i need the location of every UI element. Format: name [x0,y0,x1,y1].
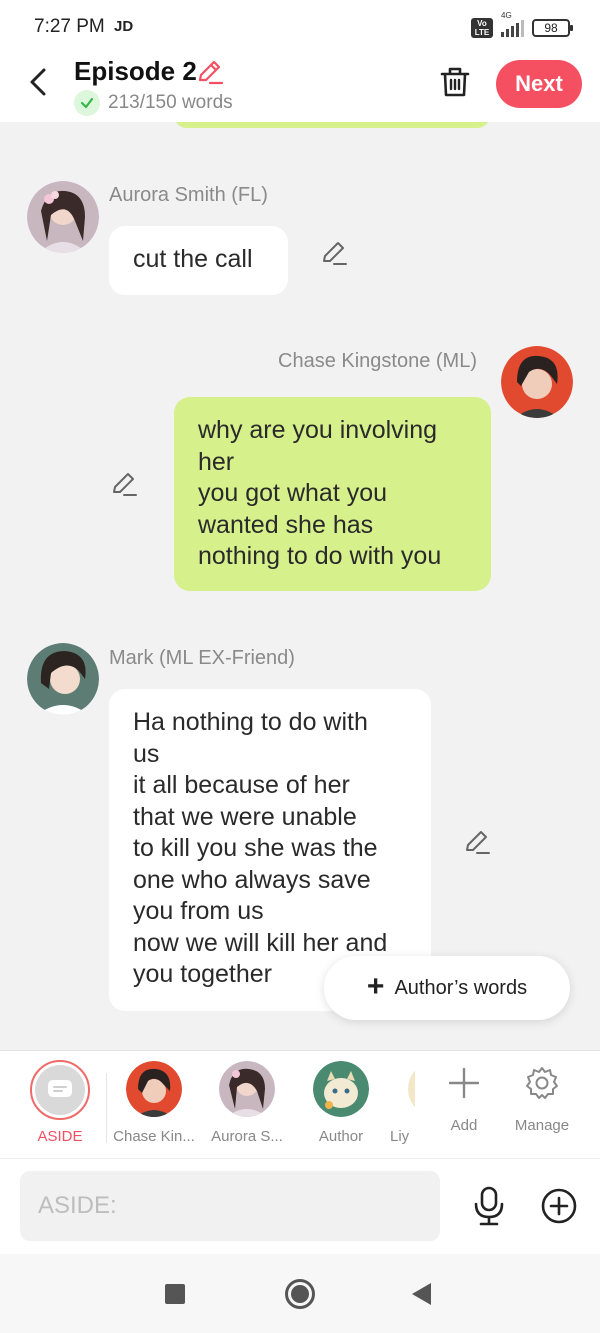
character-liy[interactable]: Liy [390,1051,415,1159]
message-bubble[interactable]: cut the call [109,226,288,295]
character-aside[interactable]: ASIDE [15,1051,105,1159]
battery-icon: 98 [532,19,573,37]
voice-button[interactable] [470,1185,508,1227]
character-bar: ASIDE Chase Kin... Aurora S... Author Li… [0,1050,600,1158]
system-navigation-bar [0,1254,600,1333]
pencil-icon [113,473,137,496]
character-aurora[interactable]: Aurora S... [202,1051,292,1159]
word-count-text: 213/150 words [108,92,233,113]
home-button[interactable] [285,1279,315,1309]
message-text: one who always save [133,865,371,894]
speaker-name: Aurora Smith (FL) [109,184,268,206]
avatar-aurora[interactable] [27,181,99,253]
character-author[interactable]: Author [296,1051,386,1159]
message-text: why are you involving [198,416,438,444]
message-text: her [198,447,235,476]
edit-title-button[interactable] [196,58,224,86]
input-bar [0,1158,600,1254]
network-label: 4G [501,11,512,20]
message-bubble[interactable]: why are you involving her you got what y… [174,397,491,591]
home-icon [291,1285,309,1303]
avatar [219,1061,275,1117]
character-chase[interactable]: Chase Kin... [109,1051,199,1159]
authors-words-button[interactable]: + Author’s words [324,956,570,1020]
next-button[interactable]: Next [496,60,582,108]
pencil-icon [323,242,347,265]
gear-icon [526,1067,558,1099]
status-icons: Vo LTE 4G 98 [471,11,573,40]
character-label: Aurora S... [211,1128,283,1145]
add-character-button[interactable]: Add [424,1051,504,1159]
edit-message-button[interactable] [110,470,138,498]
delete-button[interactable] [438,64,472,100]
avatar-mark[interactable] [27,643,99,715]
message-text: to kill you she was the [133,834,378,862]
avatar-chase[interactable] [501,346,573,418]
avatar [126,1061,182,1117]
character-label: Chase Kin... [113,1128,195,1145]
aside-avatar [30,1060,90,1120]
pencil-icon [198,60,224,85]
add-label: Add [450,1117,478,1134]
recents-button[interactable] [165,1284,185,1304]
system-back-button[interactable] [412,1283,431,1305]
editor-header: Episode 2 213/150 words Next [0,56,600,122]
signal-icon: 4G [501,11,524,37]
message-text: wanted she has [198,510,374,539]
divider [106,1073,107,1143]
message-text: nothing to do with you [198,542,442,570]
episode-title: Episode 2 [74,56,197,86]
microphone-icon [474,1186,504,1226]
back-button[interactable] [22,64,54,100]
check-icon [74,90,100,116]
message-text: Ha nothing to do with [133,708,368,736]
manage-label: Manage [514,1117,570,1134]
status-bar: 7:27 PM JD Vo LTE 4G 98 [0,0,600,56]
trash-icon [440,67,470,97]
message-text: that we were unable [133,802,357,831]
volte-icon: Vo LTE [471,18,493,38]
speaker-name: Chase Kingstone (ML) [278,350,477,372]
character-label: ASIDE [37,1128,83,1145]
plus-icon [448,1067,480,1099]
message-text: cut the call [133,245,253,273]
speaker-name: Mark (ML EX-Friend) [109,647,295,669]
chat-area[interactable]: Aurora Smith (FL) cut the call Chase Kin… [0,122,600,1050]
edit-message-button[interactable] [463,828,491,856]
message-text: now we will kill her and [133,928,388,957]
edit-message-button[interactable] [320,239,348,267]
previous-message-bubble[interactable] [174,122,490,128]
status-time: 7:27 PM [34,16,105,37]
plus-circle-icon [541,1188,577,1224]
message-input[interactable] [20,1171,440,1241]
avatar [313,1061,369,1117]
message-text: it all because of her [133,771,350,799]
plus-icon: + [366,969,385,1003]
message-text: you from us [133,897,264,925]
message-text: you got what you [198,479,388,507]
authors-words-label: Author’s words [394,976,528,999]
word-count: 213/150 words [74,90,233,116]
add-attachment-button[interactable] [540,1187,578,1225]
character-label: Author [318,1128,364,1145]
chevron-left-icon [30,68,46,96]
manage-characters-button[interactable]: Manage [502,1051,582,1159]
message-text: us [133,739,160,768]
character-label: Liy [390,1128,410,1145]
aside-icon [48,1080,72,1097]
carrier-label: JD [114,18,134,35]
pencil-icon [466,831,490,854]
avatar [408,1061,415,1117]
